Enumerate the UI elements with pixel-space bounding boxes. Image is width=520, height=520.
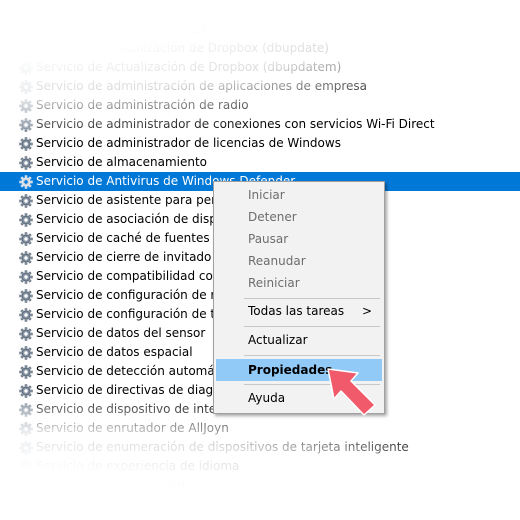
gear-icon — [19, 79, 33, 94]
menu-item-detener[interactable]: Detener — [216, 207, 382, 227]
gear-icon — [19, 193, 33, 208]
gear-icon — [19, 41, 33, 56]
service-row[interactable]: Servicio de enumeración de dispositivos … — [0, 438, 520, 457]
gear-icon — [19, 117, 33, 132]
gear-icon — [19, 459, 33, 474]
gear-icon — [19, 60, 33, 75]
service-row[interactable]: Servicio de administración de radio — [0, 96, 520, 115]
service-name: Servicio de configuración de red — [36, 288, 231, 302]
service-row[interactable]: Servicio de almacenamiento — [0, 153, 520, 172]
gear-icon — [19, 345, 33, 360]
service-row[interactable]: Servicio de Actualización de Dropbox (db… — [0, 58, 520, 77]
menu-item-iniciar[interactable]: Iniciar — [216, 185, 382, 205]
service-row[interactable]: Servicio de experiencia de idioma — [0, 457, 520, 476]
menu-item-actualizar[interactable]: Actualizar — [216, 330, 382, 350]
service-name: Servicio de Windows — [36, 497, 160, 511]
gear-icon — [19, 402, 33, 417]
menu-item-pausar[interactable]: Pausar — [216, 229, 382, 249]
service-row[interactable]: Servicio de administración de aplicacion… — [0, 77, 520, 96]
service-name: Servicio de administrador de conexiones … — [36, 117, 435, 131]
menu-separator — [244, 298, 380, 299]
service-row[interactable]: Servicio de actualización de Dropbox (db… — [0, 39, 520, 58]
services-window: Servicio de unidad BitLocker Servicio de… — [0, 0, 520, 520]
service-row[interactable]: Servicio de administrador de licencias d… — [0, 134, 520, 153]
gear-icon — [19, 250, 33, 265]
service-name: Servicio de unidad BitLocker — [36, 22, 207, 36]
gear-icon — [19, 212, 33, 227]
gear-icon — [19, 98, 33, 113]
gear-icon — [19, 440, 33, 455]
menu-item-todas-las-tareas[interactable]: Todas las tareas > — [216, 301, 382, 321]
service-name: Servicio de administración de aplicacion… — [36, 79, 368, 93]
gear-icon — [19, 269, 33, 284]
service-name: Servicio de Actualización de Dropbox (db… — [36, 60, 342, 74]
service-row[interactable]: Servicio de actualización — [0, 476, 520, 495]
service-name: Servicio de administrador de licencias d… — [36, 136, 341, 150]
service-name: Servicio de almacenamiento — [36, 155, 207, 169]
menu-item-label: Todas las tareas — [248, 304, 345, 318]
gear-icon — [19, 288, 33, 303]
gear-icon — [19, 174, 33, 189]
gear-icon — [19, 22, 33, 37]
menu-separator — [244, 326, 380, 327]
service-row[interactable]: Servicio de Windows — [0, 495, 520, 514]
gear-icon — [19, 497, 33, 512]
gear-icon — [19, 136, 33, 151]
gear-icon — [19, 478, 33, 493]
gear-icon — [19, 364, 33, 379]
service-name: Servicio de datos del sensor — [36, 326, 206, 340]
gear-icon — [19, 231, 33, 246]
menu-separator — [244, 355, 380, 356]
gear-icon — [19, 383, 33, 398]
gear-icon — [19, 307, 33, 322]
service-name: Servicio de enrutador de AllJoyn — [36, 421, 229, 435]
gear-icon — [19, 155, 33, 170]
service-name: Servicio de actualización — [36, 478, 186, 492]
service-name: Servicio de experiencia de idioma — [36, 459, 240, 473]
service-row[interactable]: Servicio de administrador de conexiones … — [0, 115, 520, 134]
service-name: Servicio de datos espacial — [36, 345, 193, 359]
pointer-arrow-icon — [327, 368, 376, 416]
service-row[interactable]: Servicio de unidad BitLocker — [0, 20, 520, 39]
gear-icon — [19, 421, 33, 436]
service-name: Servicio de enumeración de dispositivos … — [36, 440, 409, 454]
service-name: Servicio de actualización de Dropbox (db… — [36, 41, 329, 55]
gear-icon — [19, 326, 33, 341]
service-row[interactable]: Servicio de enrutador de AllJoyn — [0, 419, 520, 438]
chevron-right-icon: > — [361, 304, 372, 318]
service-name: Servicio de administración de radio — [36, 98, 249, 112]
menu-item-reiniciar[interactable]: Reiniciar — [216, 273, 382, 293]
menu-item-reanudar[interactable]: Reanudar — [216, 251, 382, 271]
